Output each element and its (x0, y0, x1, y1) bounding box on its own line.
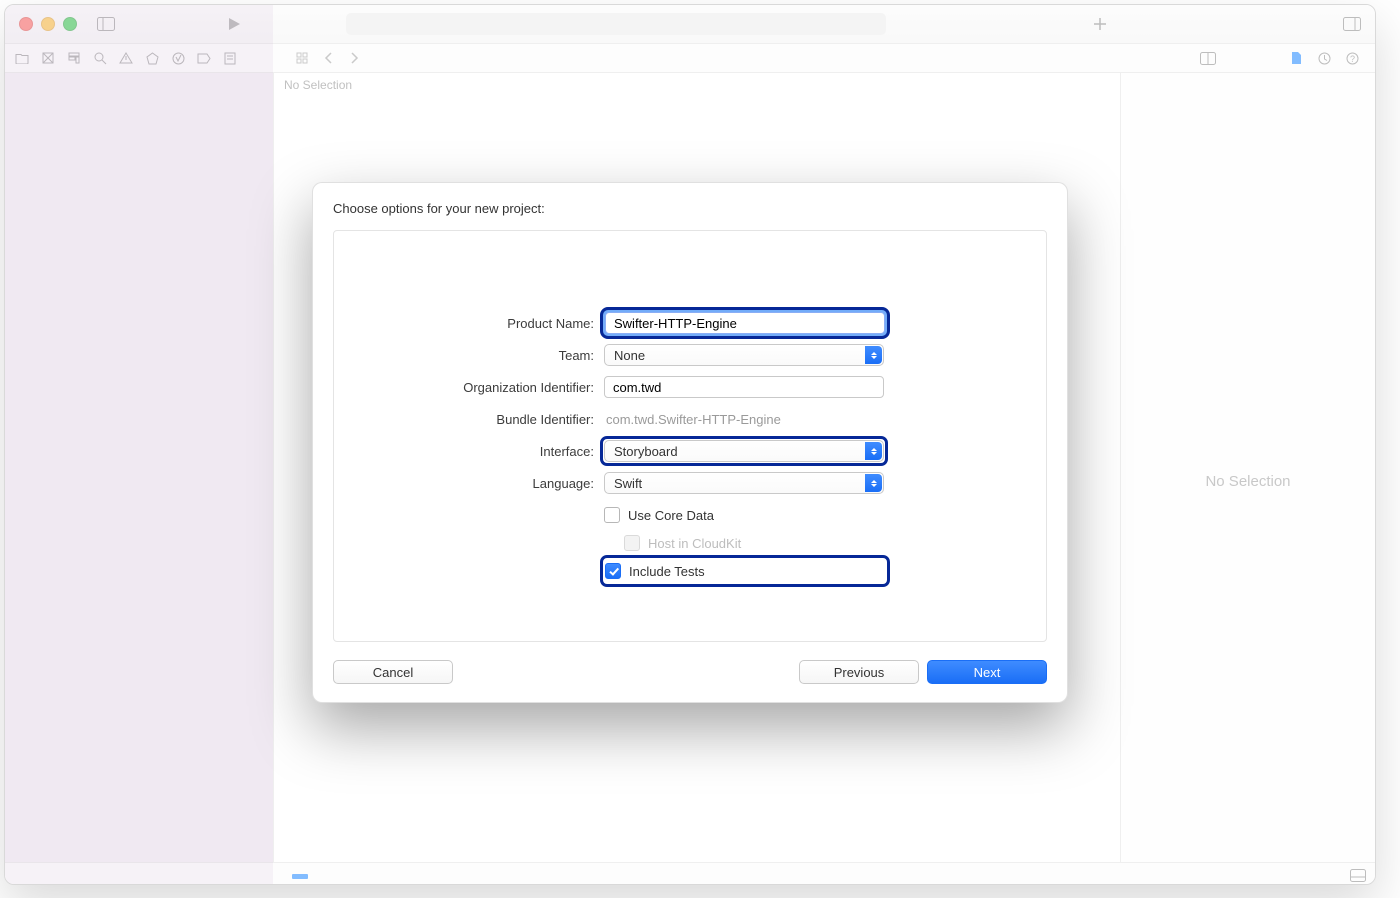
bundle-id-value: com.twd.Swifter-HTTP-Engine (604, 412, 781, 427)
dialog-actions: Cancel Previous Next (333, 660, 1047, 684)
use-core-data-checkbox-row[interactable]: Use Core Data (604, 504, 884, 526)
host-cloudkit-label: Host in CloudKit (648, 536, 741, 551)
interface-select[interactable]: Storyboard (604, 440, 884, 462)
checkbox-disabled-icon (624, 535, 640, 551)
include-tests-checkbox-row[interactable]: Include Tests (605, 560, 885, 582)
dialog-title: Choose options for your new project: (333, 201, 1047, 216)
team-select[interactable]: None (604, 344, 884, 366)
checkbox-icon[interactable] (604, 507, 620, 523)
team-select-value: None (614, 348, 645, 363)
chevron-updown-icon (865, 474, 882, 492)
product-name-label: Product Name: (374, 316, 604, 331)
previous-button[interactable]: Previous (799, 660, 919, 684)
chevron-updown-icon (865, 346, 882, 364)
new-project-options-dialog: Choose options for your new project: Pro… (312, 182, 1068, 703)
dialog-body: Product Name: Team: None Organ (333, 230, 1047, 642)
checkbox-checked-icon[interactable] (605, 563, 621, 579)
language-select-value: Swift (614, 476, 642, 491)
language-label: Language: (374, 476, 604, 491)
use-core-data-label: Use Core Data (628, 508, 714, 523)
org-id-input[interactable] (604, 376, 884, 398)
org-id-label: Organization Identifier: (374, 380, 604, 395)
xcode-window: ? No Selection No Selection Choose optio… (4, 4, 1376, 885)
host-cloudkit-checkbox-row: Host in CloudKit (624, 532, 904, 554)
bundle-id-label: Bundle Identifier: (374, 412, 604, 427)
team-label: Team: (374, 348, 604, 363)
language-select[interactable]: Swift (604, 472, 884, 494)
next-button[interactable]: Next (927, 660, 1047, 684)
interface-label: Interface: (374, 444, 604, 459)
cancel-button[interactable]: Cancel (333, 660, 453, 684)
include-tests-label: Include Tests (629, 564, 705, 579)
chevron-updown-icon (865, 442, 882, 460)
product-name-input[interactable] (605, 312, 885, 334)
interface-select-value: Storyboard (614, 444, 678, 459)
